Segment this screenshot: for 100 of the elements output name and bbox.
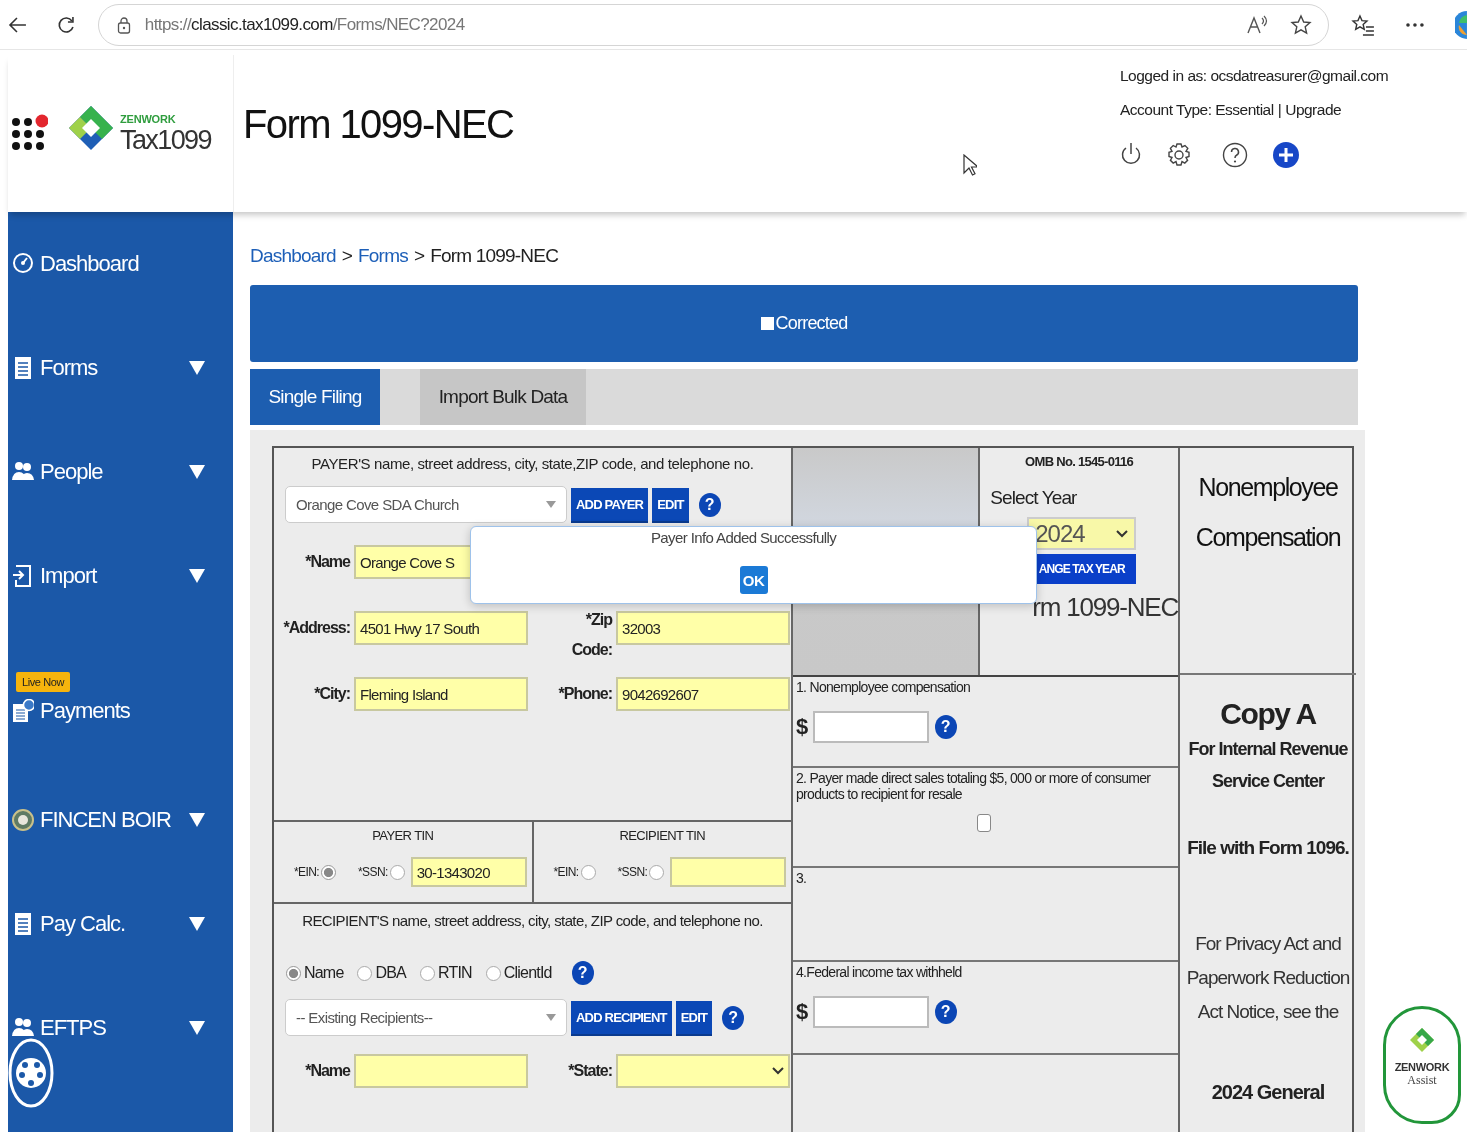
form-name: rm 1099-NEC	[1032, 592, 1178, 623]
help-button[interactable]: ?	[934, 1000, 957, 1024]
select-year-label: Select Year	[990, 487, 1078, 509]
radio-button[interactable]	[420, 965, 435, 981]
radio-label: RTIN	[438, 964, 472, 982]
tin-heading: PAYER TIN	[372, 828, 434, 843]
caret-icon[interactable]	[189, 917, 205, 931]
brand-name: Tax1099	[120, 124, 211, 155]
input-field[interactable]: 30-1343020	[410, 857, 527, 887]
sidebar-item-label: Pay Calc.	[40, 911, 127, 937]
sidebar-item-label: FINCEN BOIR	[40, 807, 172, 833]
breadcrumb-separator: >	[413, 245, 425, 267]
corrected-checkbox[interactable]	[760, 317, 774, 330]
sidebar-item-label: EFTPS	[40, 1015, 107, 1041]
star-icon[interactable]	[1290, 13, 1313, 36]
add-icon[interactable]	[1272, 141, 1300, 169]
import-icon	[12, 564, 34, 588]
tin-heading: RECIPIENT TIN	[619, 828, 706, 843]
accessibility-icon[interactable]	[8, 1038, 54, 1108]
caret-icon	[546, 1014, 556, 1021]
add-payer-button[interactable]: ADD PAYER	[571, 488, 649, 521]
browser-logo-icon[interactable]	[1455, 10, 1467, 39]
tin-type-label: *SSN:	[358, 865, 388, 879]
box-label: 1. Nonemployee compensation	[796, 679, 972, 695]
radio-button[interactable]	[321, 864, 336, 880]
box-label: 4.Federal income tax withheld	[796, 964, 963, 980]
input-field[interactable]: 4501 Hwy 17 South	[354, 611, 528, 645]
more-icon[interactable]	[1405, 21, 1426, 28]
radio-button[interactable]	[580, 864, 596, 880]
field-label: *Phone:	[557, 685, 612, 703]
radio-label: DBA	[375, 964, 406, 982]
tin-type-label: *EIN:	[553, 865, 579, 879]
help-button[interactable]: ?	[722, 1005, 745, 1030]
tab[interactable]: Import Bulk Data	[420, 369, 586, 425]
input-field[interactable]: Fleming Island	[354, 677, 528, 711]
lock-icon	[116, 15, 131, 34]
copy-title: Copy A	[1220, 697, 1316, 731]
radio-button[interactable]	[485, 965, 501, 981]
caret-icon[interactable]	[189, 569, 205, 583]
chevron-icon	[772, 1067, 784, 1075]
field-label: *Name	[304, 553, 350, 571]
caret-icon[interactable]	[189, 1021, 205, 1035]
assist-button[interactable]: ZENWORK Assist	[1383, 1006, 1461, 1124]
sidebar-item-label: Dashboard	[40, 251, 140, 277]
favorites-icon[interactable]	[1351, 13, 1376, 36]
help-icon[interactable]	[1222, 142, 1248, 168]
field-label: *Zip Code:	[570, 610, 612, 660]
add-recipient-button[interactable]: ADD RECIPIENT	[571, 1001, 672, 1034]
breadcrumb-link[interactable]: Dashboard	[250, 245, 336, 267]
copy-note: For Internal Revenue Service Center	[1188, 738, 1348, 793]
upgrade-link[interactable]: Upgrade	[1285, 101, 1342, 119]
tin-type-label: *SSN:	[617, 865, 648, 879]
dialog-message: Payer Info Added Successfully	[650, 529, 837, 546]
ok-button[interactable]: OK	[739, 566, 768, 594]
help-button[interactable]: ?	[934, 715, 957, 739]
copy-note: File with Form 1096.	[1187, 837, 1349, 859]
input-field[interactable]	[670, 857, 787, 887]
year-select[interactable]: 2024	[1027, 517, 1137, 550]
radio-button[interactable]	[649, 864, 665, 880]
caret-icon[interactable]	[189, 813, 205, 827]
breadcrumb-current: Form 1099-NEC	[430, 245, 559, 267]
live-now-badge: Live Now	[16, 672, 71, 692]
currency-symbol: $	[796, 999, 808, 1025]
sidebar-item-label: Import	[40, 563, 98, 589]
sidebar-item-label: People	[40, 459, 104, 485]
caret-icon[interactable]	[189, 361, 205, 375]
edit-button[interactable]: EDIT	[675, 1001, 713, 1034]
amount-field[interactable]	[812, 996, 929, 1028]
field-label: *Name	[304, 1062, 350, 1080]
radio-button[interactable]	[286, 965, 301, 981]
settings-icon[interactable]	[1166, 142, 1192, 168]
breadcrumb-link[interactable]: Forms	[358, 245, 408, 267]
caret-icon[interactable]	[189, 465, 205, 479]
page-title: Form 1099-NEC	[242, 102, 515, 147]
assist-label: Assist	[1407, 1073, 1437, 1088]
tab[interactable]: Single Filing	[250, 369, 380, 425]
edit-button[interactable]: EDIT	[652, 488, 689, 521]
read-aloud-icon[interactable]	[1246, 14, 1269, 35]
input-field[interactable]	[354, 1054, 528, 1088]
radio-button[interactable]	[389, 864, 405, 880]
box-label: 2. Payer made direct sales totaling $5, 000 or more of consumer products to recipient for resale	[796, 770, 1152, 802]
omb-number: OMB No. 1545-0116	[1025, 454, 1134, 469]
amount-field[interactable]	[812, 711, 929, 743]
input-field[interactable]: 32003	[616, 611, 790, 645]
chevron-icon	[1116, 529, 1129, 538]
tin-type-label: *EIN:	[294, 865, 319, 879]
field-label: *Address:	[282, 619, 350, 637]
help-button[interactable]: ?	[698, 492, 721, 517]
checkbox[interactable]	[977, 814, 991, 832]
field-label: *City:	[313, 685, 350, 703]
account-type-text: Account Type: Essential	[1120, 101, 1274, 119]
assist-brand: ZENWORK	[1394, 1061, 1450, 1073]
currency-symbol: $	[796, 714, 808, 740]
logo-icon	[1409, 1027, 1435, 1053]
help-button[interactable]: ?	[571, 961, 594, 985]
payer-select[interactable]: Orange Cove SDA Church	[285, 486, 567, 523]
input-field[interactable]: 9042692607	[616, 677, 790, 711]
recipient-select[interactable]: -- Existing Recipients--	[285, 999, 567, 1036]
copy-note: For Privacy Act and Paperwork Reduction Act Notice, see the	[1185, 932, 1351, 1024]
radio-button[interactable]	[357, 965, 373, 981]
